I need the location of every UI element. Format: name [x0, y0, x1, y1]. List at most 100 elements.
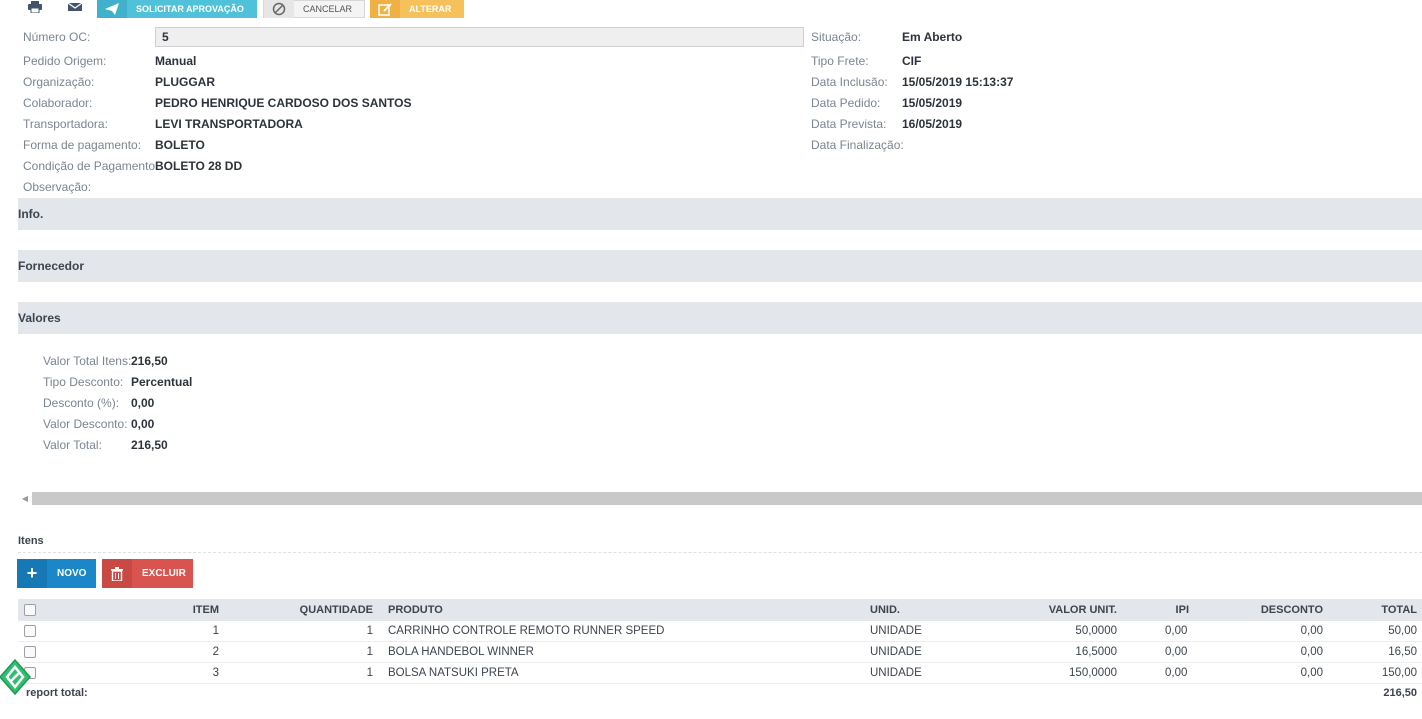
- cell-valor-unit: 50,0000: [1075, 625, 1117, 637]
- cell-unid: UNIDADE: [870, 646, 922, 658]
- envelope-icon[interactable]: [66, 0, 84, 14]
- table-row[interactable]: 3 1 BOLSA NATSUKI PRETA UNIDADE 150,0000…: [18, 663, 1422, 684]
- numero-oc-label: Número OC:: [23, 30, 91, 44]
- data-pedido-label: Data Pedido:: [811, 96, 881, 110]
- cell-item: 1: [212, 625, 219, 637]
- novo-button[interactable]: + NOVO: [17, 559, 96, 588]
- scroll-left-arrow-icon[interactable]: ◀: [18, 492, 32, 505]
- cell-produto: BOLSA NATSUKI PRETA: [388, 667, 519, 679]
- cell-item: 3: [212, 667, 219, 679]
- cell-total: 150,00: [1381, 667, 1417, 679]
- report-total-value: 216,50: [1383, 687, 1417, 699]
- cell-quantidade: 1: [366, 625, 373, 637]
- cell-total: 50,00: [1388, 625, 1417, 637]
- itens-title: Itens: [18, 535, 44, 547]
- alter-button[interactable]: ALTERAR: [370, 0, 464, 18]
- numero-oc-field[interactable]: 5: [155, 27, 804, 47]
- cell-ipi: 0,00: [1165, 646, 1188, 658]
- pedido-origem-value: Manual: [155, 54, 197, 68]
- printer-icon[interactable]: [26, 0, 44, 14]
- transportadora-value: LEVI TRANSPORTADORA: [155, 117, 303, 131]
- cell-valor-unit: 150,0000: [1069, 667, 1117, 679]
- transportadora-label: Transportadora:: [23, 117, 108, 131]
- cell-ipi: 0,00: [1165, 625, 1188, 637]
- table-row[interactable]: 2 1 BOLA HANDEBOL WINNER UNIDADE 16,5000…: [18, 642, 1422, 663]
- request-approval-button[interactable]: SOLICITAR APROVAÇÃO: [97, 0, 257, 18]
- data-inclusao-label: Data Inclusão:: [811, 75, 888, 89]
- col-desconto[interactable]: DESCONTO: [1218, 599, 1323, 621]
- observacao-label: Observação:: [23, 180, 92, 194]
- col-quantidade[interactable]: QUANTIDADE: [248, 599, 373, 621]
- col-unid[interactable]: UNID.: [870, 599, 900, 621]
- col-produto[interactable]: PRODUTO: [388, 599, 443, 621]
- col-valor-unit[interactable]: VALOR UNIT.: [1018, 599, 1117, 621]
- cell-item: 2: [212, 646, 219, 658]
- cell-produto: BOLA HANDEBOL WINNER: [388, 646, 534, 658]
- valor-total-itens-value: 216,50: [131, 354, 168, 368]
- valor-desconto-label: Valor Desconto:: [43, 417, 128, 431]
- desconto-pct-label: Desconto (%):: [43, 396, 120, 410]
- cell-unid: UNIDADE: [870, 625, 922, 637]
- col-item[interactable]: ITEM: [138, 599, 219, 621]
- table-row[interactable]: 1 1 CARRINHO CONTROLE REMOTO RUNNER SPEE…: [18, 621, 1422, 642]
- cell-produto: CARRINHO CONTROLE REMOTO RUNNER SPEED: [388, 625, 665, 637]
- toolbar: SOLICITAR APROVAÇÃO CANCELAR ALTERAR: [0, 0, 1422, 18]
- itens-table: ITEM QUANTIDADE PRODUTO UNID. VALOR UNIT…: [18, 599, 1422, 684]
- excluir-label: EXCLUIR: [142, 568, 186, 579]
- data-inclusao-value: 15/05/2019 15:13:37: [902, 75, 1014, 89]
- tipo-frete-value: CIF: [902, 54, 922, 68]
- condicao-pagamento-value: BOLETO 28 DD: [155, 159, 243, 173]
- section-info[interactable]: Info.: [18, 198, 1422, 230]
- cell-total: 16,50: [1388, 646, 1417, 658]
- cell-valor-unit: 16,5000: [1075, 646, 1117, 658]
- col-total[interactable]: TOTAL: [1338, 599, 1417, 621]
- data-prevista-value: 16/05/2019: [902, 117, 963, 131]
- novo-label: NOVO: [57, 568, 87, 579]
- alter-label: ALTERAR: [409, 4, 452, 14]
- select-all-checkbox[interactable]: [24, 599, 36, 621]
- situacao-value: Em Aberto: [902, 30, 963, 44]
- row-checkbox[interactable]: [24, 621, 36, 641]
- forma-pagamento-value: BOLETO: [155, 138, 205, 152]
- section-fornecedor[interactable]: Fornecedor: [18, 250, 1422, 282]
- diamond-badge-icon[interactable]: [0, 658, 32, 696]
- tipo-desconto-value: Percentual: [131, 375, 193, 389]
- paper-plane-icon: [97, 0, 127, 18]
- valor-total-value: 216,50: [131, 438, 168, 452]
- valor-desconto-value: 0,00: [131, 417, 155, 431]
- cell-ipi: 0,00: [1165, 667, 1188, 679]
- situacao-label: Situação:: [811, 30, 862, 44]
- data-prevista-label: Data Prevista:: [811, 117, 887, 131]
- request-approval-label: SOLICITAR APROVAÇÃO: [136, 4, 244, 14]
- plus-icon: +: [17, 559, 47, 588]
- cell-desconto: 0,00: [1300, 625, 1323, 637]
- cell-desconto: 0,00: [1300, 667, 1323, 679]
- cancel-button[interactable]: CANCELAR: [263, 0, 365, 18]
- cell-desconto: 0,00: [1300, 646, 1323, 658]
- tipo-desconto-label: Tipo Desconto:: [43, 375, 124, 389]
- horizontal-scrollbar[interactable]: [32, 492, 1422, 505]
- pedido-origem-label: Pedido Origem:: [23, 54, 107, 68]
- trash-icon: [102, 559, 132, 588]
- tipo-frete-label: Tipo Frete:: [811, 54, 869, 68]
- valor-total-label: Valor Total:: [43, 438, 102, 452]
- ban-icon: [264, 0, 294, 18]
- valor-total-itens-label: Valor Total Itens:: [43, 354, 132, 368]
- condicao-pagamento-label: Condição de Pagamento:: [23, 159, 159, 173]
- table-header: ITEM QUANTIDADE PRODUTO UNID. VALOR UNIT…: [18, 599, 1422, 621]
- edit-icon: [370, 0, 400, 18]
- cell-quantidade: 1: [366, 667, 373, 679]
- excluir-button[interactable]: EXCLUIR: [102, 559, 193, 588]
- data-pedido-value: 15/05/2019: [902, 96, 963, 110]
- cancel-label: CANCELAR: [303, 4, 353, 14]
- section-valores[interactable]: Valores: [18, 302, 1422, 334]
- col-ipi[interactable]: IPI: [1138, 599, 1189, 621]
- cell-quantidade: 1: [366, 646, 373, 658]
- forma-pagamento-label: Forma de pagamento:: [23, 138, 142, 152]
- colaborador-value: PEDRO HENRIQUE CARDOSO DOS SANTOS: [155, 96, 412, 110]
- divider: [18, 552, 1422, 553]
- organizacao-label: Organização:: [23, 75, 95, 89]
- cell-unid: UNIDADE: [870, 667, 922, 679]
- colaborador-label: Colaborador:: [23, 96, 93, 110]
- organizacao-value: PLUGGAR: [155, 75, 215, 89]
